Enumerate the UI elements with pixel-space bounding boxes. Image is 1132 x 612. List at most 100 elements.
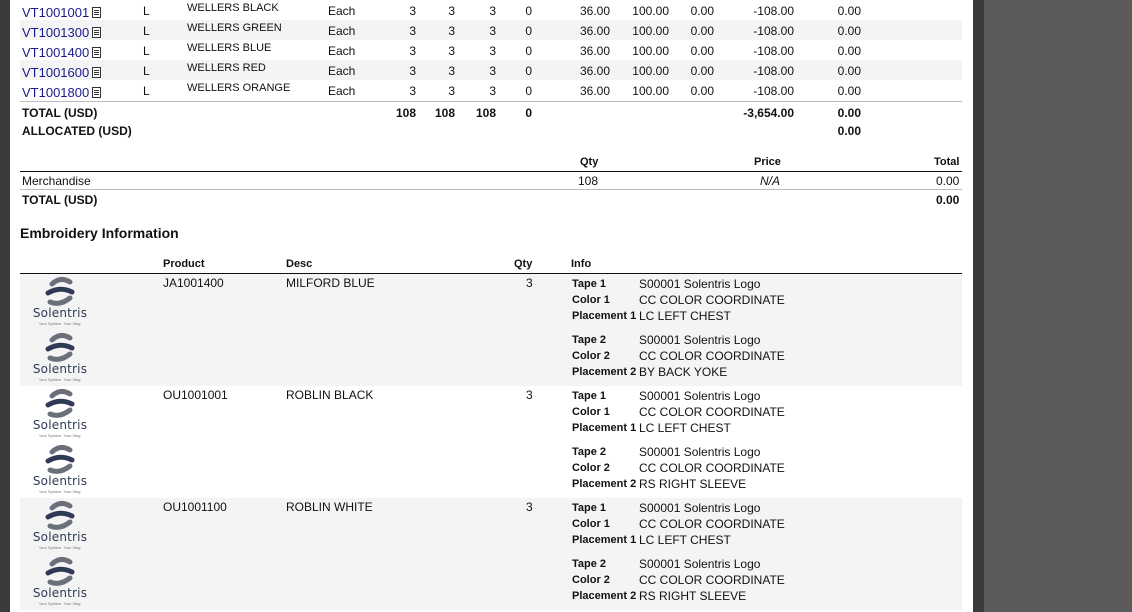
tape1-label: Tape 1 (572, 390, 607, 402)
sku-link[interactable]: VT1001600 (22, 65, 102, 80)
sku-text[interactable]: VT1001600 (22, 65, 89, 80)
merchandise-qty: 108 (578, 174, 599, 188)
summary-qty-header: Qty (580, 156, 599, 168)
uom: Each (328, 24, 356, 38)
solentris-logo: Solentris Your System. Your Way. (32, 556, 88, 608)
discount-pct: 100.00 (632, 64, 669, 78)
sku-text[interactable]: VT1001400 (22, 45, 89, 60)
embroidery-title: Embroidery Information (20, 225, 179, 241)
logo-swirl-icon (45, 388, 75, 418)
document-icon[interactable] (92, 27, 102, 38)
item-name: WELLERS RED (187, 62, 266, 74)
uom: Each (328, 4, 356, 18)
logo-name: Solentris (32, 362, 88, 376)
solentris-logo: Solentris Your System. Your Way. (32, 444, 88, 496)
size: L (143, 4, 150, 18)
viewer-frame-right (973, 0, 984, 612)
total-row: TOTAL (USD) 108 108 108 0 -3,654.00 0.00 (20, 102, 962, 122)
logo-tagline: Your System. Your Way. (38, 545, 82, 550)
size: L (143, 44, 150, 58)
unit-price: 36.00 (579, 84, 610, 98)
placement2-label: Placement 2 (572, 478, 637, 490)
qty-3: 3 (489, 24, 496, 38)
logo-swirl-icon (45, 332, 75, 362)
solentris-logo: Solentris Your System. Your Way. (32, 388, 88, 440)
placement1-value: LC LEFT CHEST (639, 421, 731, 435)
qty-2: 3 (448, 24, 455, 38)
placement2-label: Placement 2 (572, 366, 637, 378)
placement1-value: LC LEFT CHEST (639, 309, 731, 323)
total-qty-4: 0 (525, 106, 532, 120)
placement2-value: RS RIGHT SLEEVE (639, 477, 747, 491)
color1-label: Color 1 (572, 294, 610, 306)
summary-header-line (20, 171, 962, 172)
summary-total-value: 0.00 (936, 193, 960, 207)
qty-2: 3 (448, 64, 455, 78)
color1-value: CC COLOR COORDINATE (639, 405, 785, 419)
sku-text[interactable]: VT1001001 (22, 5, 89, 20)
sku-text[interactable]: VT1001800 (22, 85, 89, 100)
color2-label: Color 2 (572, 462, 610, 474)
color1-value: CC COLOR COORDINATE (639, 517, 785, 531)
qty-2: 3 (448, 44, 455, 58)
sku-link[interactable]: VT1001300 (22, 25, 102, 40)
unit-price: 36.00 (579, 64, 610, 78)
unit-price: 36.00 (579, 24, 610, 38)
qty-3: 3 (489, 4, 496, 18)
placement2-value: RS RIGHT SLEEVE (639, 589, 747, 603)
size: L (143, 64, 150, 78)
tape2-value: S00001 Solentris Logo (639, 557, 761, 571)
logo-name: Solentris (32, 530, 88, 544)
size: L (143, 84, 150, 98)
unit-price: 36.00 (579, 4, 610, 18)
emb-product: OU1001001 (163, 388, 228, 402)
line-amount: -108.00 (753, 64, 794, 78)
summary-price-header: Price (754, 156, 781, 168)
emb-info-header: Info (571, 258, 592, 270)
viewer-frame-left (0, 0, 10, 612)
document-icon[interactable] (92, 67, 102, 78)
qty-ordered: 3 (409, 4, 416, 18)
emb-desc: ROBLIN BLACK (286, 388, 374, 402)
logo-swirl-icon (45, 276, 75, 306)
emb-product: OU1001100 (163, 500, 227, 514)
logo-name: Solentris (32, 418, 88, 432)
uom: Each (328, 44, 356, 58)
report-page: VT1001001 L WELLERS BLACK Each 3 3 3 0 3… (10, 0, 973, 612)
qty-4: 0 (525, 24, 532, 38)
document-icon[interactable] (92, 47, 102, 58)
document-icon[interactable] (92, 7, 102, 18)
sku-link[interactable]: VT1001001 (22, 5, 102, 20)
line-total: 0.00 (837, 84, 861, 98)
sku-link[interactable]: VT1001400 (22, 45, 102, 60)
qty-4: 0 (525, 4, 532, 18)
color1-value: CC COLOR COORDINATE (639, 293, 785, 307)
solentris-logo: Solentris Your System. Your Way. (32, 332, 88, 384)
line-item-row: VT1001400 L WELLERS BLUE Each 3 3 3 0 36… (20, 40, 962, 60)
merchandise-total: 0.00 (936, 174, 960, 188)
embroidery-item: Solentris Your System. Your Way. Solentr… (20, 386, 962, 498)
summary-divider (20, 189, 962, 190)
size: L (143, 24, 150, 38)
total-amount: -3,654.00 (743, 106, 794, 120)
sku-text[interactable]: VT1001300 (22, 25, 89, 40)
price-3: 0.00 (690, 24, 714, 38)
merchandise-price: N/A (760, 174, 781, 188)
price-3: 0.00 (690, 44, 714, 58)
color1-label: Color 1 (572, 518, 610, 530)
allocated-value: 0.00 (837, 124, 861, 138)
discount-pct: 100.00 (632, 24, 669, 38)
sku-link[interactable]: VT1001800 (22, 85, 102, 100)
qty-4: 0 (525, 84, 532, 98)
emb-product-header: Product (163, 258, 205, 270)
summary-total-label: TOTAL (USD) (22, 193, 98, 207)
unit-price: 36.00 (579, 44, 610, 58)
line-total: 0.00 (837, 44, 861, 58)
logo-swirl-icon (45, 500, 75, 530)
qty-ordered: 3 (409, 84, 416, 98)
emb-product: JA1001400 (163, 276, 224, 290)
document-icon[interactable] (92, 87, 102, 98)
line-amount: -108.00 (753, 4, 794, 18)
line-total: 0.00 (837, 64, 861, 78)
placement1-value: LC LEFT CHEST (639, 533, 731, 547)
